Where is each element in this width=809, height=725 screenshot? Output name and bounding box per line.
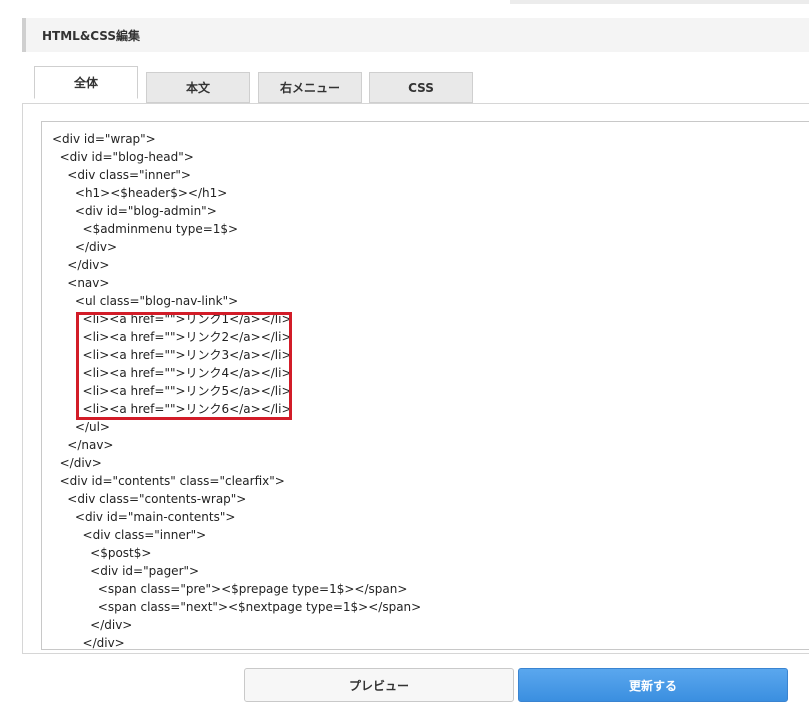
code-line: <div id="pager"> — [52, 564, 200, 578]
code-line: <div id="blog-admin"> — [52, 204, 217, 218]
code-line: </div> — [52, 258, 110, 272]
code-line: <div id="wrap"> — [52, 132, 156, 146]
tab-all[interactable]: 全体 — [34, 66, 138, 99]
code-line: <div id="main-contents"> — [52, 510, 236, 524]
preview-button[interactable]: プレビュー — [244, 668, 514, 702]
code-line: <div id="contents" class="clearfix"> — [52, 474, 285, 488]
code-line: <div id="blog-head"> — [52, 150, 194, 164]
section-title: HTML&CSS編集 — [42, 29, 141, 43]
code-line: <h1><$header$></h1> — [52, 186, 228, 200]
code-line: <ul class="blog-nav-link"> — [52, 294, 239, 308]
code-line: </nav> — [52, 438, 114, 452]
highlight-box — [76, 312, 292, 420]
code-line: <$post$> — [52, 546, 152, 560]
top-strip — [510, 0, 809, 4]
code-line: </div> — [52, 240, 118, 254]
code-line: <span class="pre"><$prepage type=1$></sp… — [52, 582, 408, 596]
tab-css[interactable]: CSS — [369, 72, 473, 103]
section-header: HTML&CSS編集 — [22, 18, 809, 52]
code-line: <div class="inner"> — [52, 528, 207, 542]
code-line: </div> — [52, 636, 125, 650]
code-line: <$adminmenu type=1$> — [52, 222, 239, 236]
tab-body[interactable]: 本文 — [146, 72, 250, 103]
code-line: <span class="next"><$nextpage type=1$></… — [52, 600, 422, 614]
code-line: <nav> — [52, 276, 110, 290]
code-line: <div class="inner"> — [52, 168, 191, 182]
code-line: </ul> — [52, 420, 110, 434]
code-line: </div> — [52, 456, 102, 470]
update-button[interactable]: 更新する — [518, 668, 788, 702]
code-line: <div class="contents-wrap"> — [52, 492, 247, 506]
tab-right-menu[interactable]: 右メニュー — [258, 72, 362, 103]
code-line: </div> — [52, 618, 133, 632]
